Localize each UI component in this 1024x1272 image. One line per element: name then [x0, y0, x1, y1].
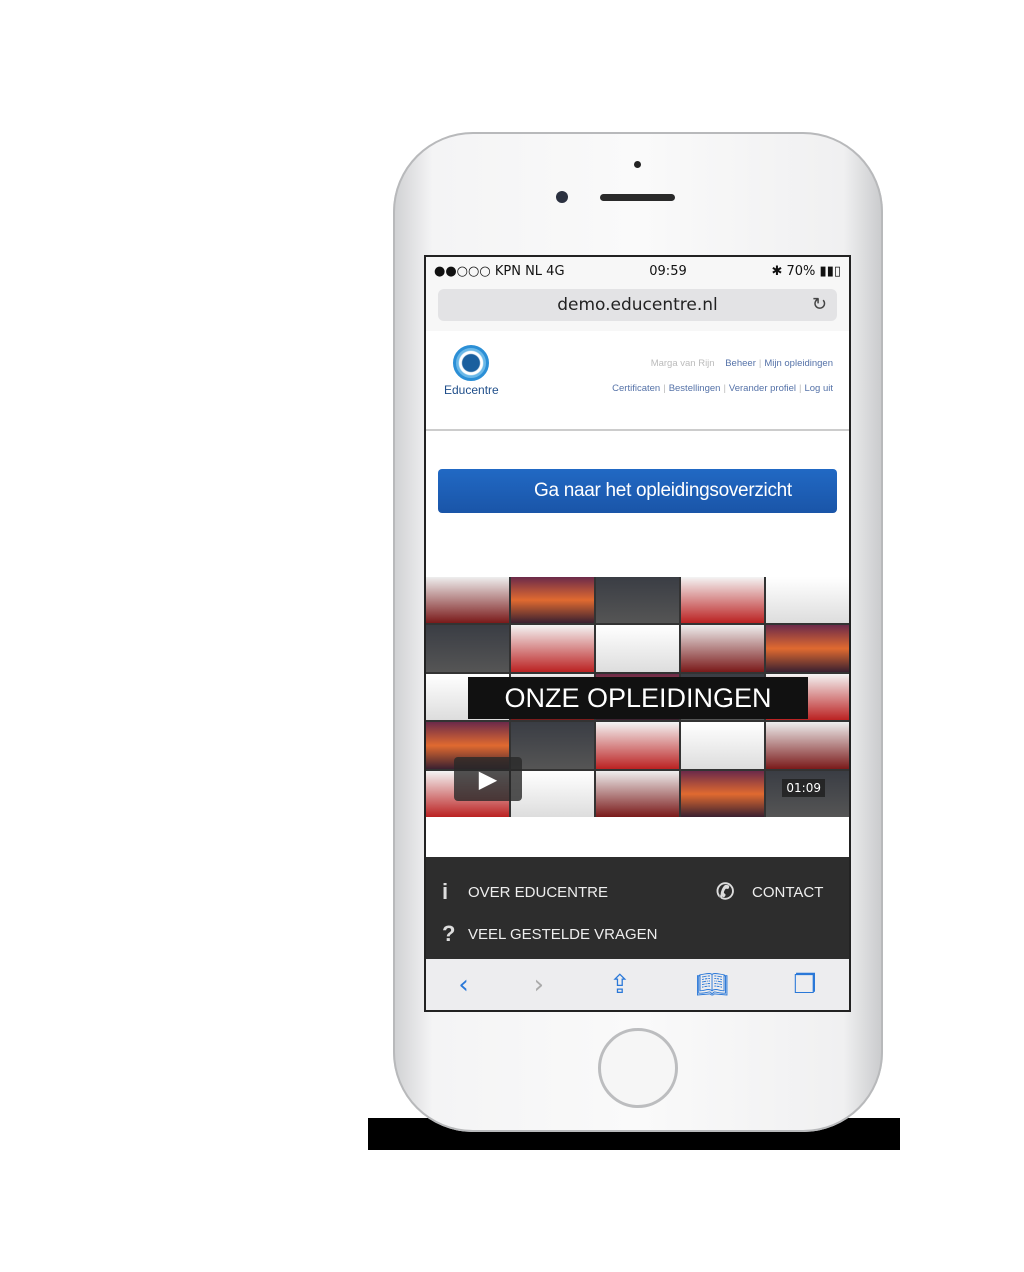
- sensor: [634, 161, 641, 168]
- url-text: demo.educentre.nl: [557, 295, 718, 315]
- play-button[interactable]: ▶: [454, 757, 522, 801]
- contact-label: CONTACT: [752, 883, 824, 901]
- tabs-icon[interactable]: ❐: [793, 970, 816, 1000]
- speaker: [600, 194, 675, 201]
- video-duration: 01:09: [782, 779, 825, 797]
- logo[interactable]: Educentre: [444, 345, 499, 397]
- link-mijn-opleidingen[interactable]: Mijn opleidingen: [764, 358, 833, 369]
- course-overview-button[interactable]: Ga naar het opleidingsoverzicht: [438, 469, 837, 513]
- address-bar[interactable]: demo.educentre.nl ↻: [438, 289, 837, 321]
- link-bestellingen[interactable]: Bestellingen: [669, 383, 721, 394]
- video-thumbnail: [766, 577, 849, 624]
- info-icon: i: [442, 879, 449, 904]
- video-thumbnail: [681, 770, 764, 817]
- video-thumbnail: [426, 625, 509, 672]
- logo-text: Educentre: [444, 383, 499, 397]
- logo-icon: [453, 345, 490, 381]
- video-thumbnail: [681, 577, 764, 624]
- video-thumbnail: [596, 770, 679, 817]
- link-certificaten[interactable]: Certificaten: [612, 383, 660, 394]
- video-thumbnail: [596, 625, 679, 672]
- back-icon[interactable]: ‹: [458, 970, 468, 1000]
- link-over-educentre[interactable]: i OVER EDUCENTRE: [442, 879, 608, 905]
- screen: ●●○○○ KPN NL 4G 09:59 ✱ 70% ▮▮▯ demo.edu…: [424, 255, 851, 1012]
- clock: 09:59: [649, 263, 687, 279]
- user-name: Marga van Rijn: [650, 358, 715, 369]
- video-thumbnail: [681, 722, 764, 769]
- video-thumbnail: [596, 577, 679, 624]
- video-thumbnail: [766, 625, 849, 672]
- video-thumbnail: [426, 577, 509, 624]
- site-footer: i OVER EDUCENTRE ✆ CONTACT ? VEEL GESTELDE …: [426, 857, 849, 959]
- status-bar: ●●○○○ KPN NL 4G 09:59 ✱ 70% ▮▮▯: [426, 257, 849, 285]
- share-icon[interactable]: ⇪: [609, 970, 631, 1000]
- video-thumbnail: [681, 625, 764, 672]
- link-contact[interactable]: ✆ CONTACT: [716, 879, 823, 905]
- forward-icon[interactable]: ›: [534, 970, 544, 1000]
- video-thumbnail: [766, 722, 849, 769]
- bookmarks-icon[interactable]: 📖︎: [695, 970, 728, 1000]
- link-log-uit[interactable]: Log uit: [804, 383, 833, 394]
- link-faq[interactable]: ? VEEL GESTELDE VRAGEN: [442, 921, 658, 947]
- link-beheer[interactable]: Beheer: [725, 358, 756, 369]
- site-header: Educentre Marga van Rijn Beheer | Mijn opl…: [426, 331, 849, 431]
- video-title: ONZE OPLEIDINGEN: [468, 677, 808, 719]
- video-thumbnail: [511, 770, 594, 817]
- home-button[interactable]: [598, 1028, 678, 1108]
- reload-icon[interactable]: ↻: [812, 294, 827, 315]
- battery: ✱ 70% ▮▮▯: [771, 263, 841, 279]
- question-icon: ?: [442, 921, 456, 946]
- phone-icon: ✆: [716, 879, 735, 904]
- front-camera: [556, 191, 568, 203]
- video-thumbnail: [596, 722, 679, 769]
- browser-toolbar: ‹ › ⇪ 📖︎ ❐: [426, 959, 849, 1010]
- about-label: OVER EDUCENTRE: [468, 883, 609, 901]
- video-thumbnail: [511, 722, 594, 769]
- link-verander-profiel[interactable]: Verander profiel: [729, 383, 796, 394]
- carrier: ●●○○○ KPN NL 4G: [434, 263, 565, 279]
- faq-label: VEEL GESTELDE VRAGEN: [468, 925, 658, 943]
- video-thumbnail: [511, 577, 594, 624]
- video-thumbnail: [511, 625, 594, 672]
